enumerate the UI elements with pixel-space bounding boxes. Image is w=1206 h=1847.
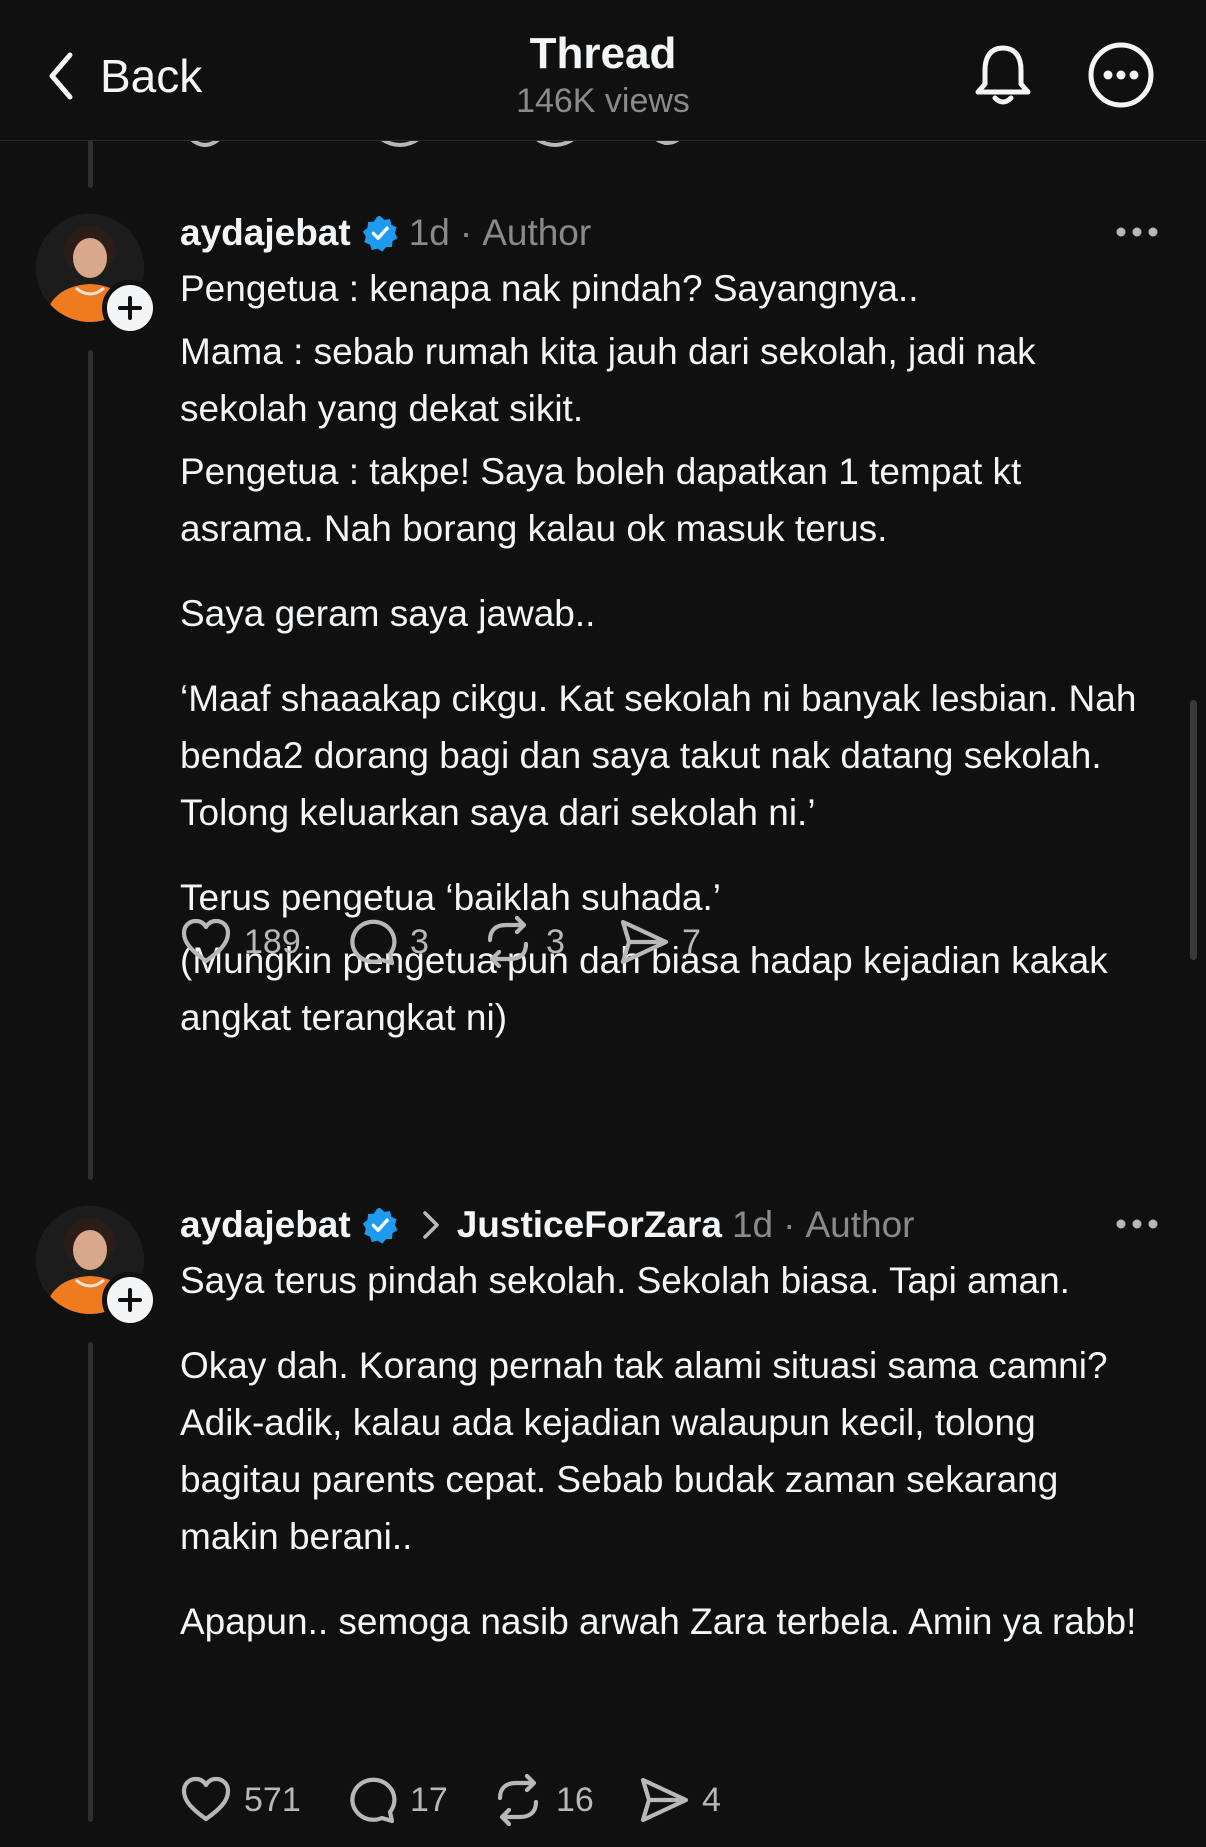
username[interactable]: aydajebat <box>180 212 351 254</box>
separator-dot: · <box>459 212 473 253</box>
comment-icon <box>350 919 397 966</box>
reply-count: 17 <box>410 1780 448 1819</box>
share-button[interactable]: 7 <box>618 916 738 968</box>
share-count: 7 <box>682 922 701 961</box>
post-time: 1d <box>408 212 450 253</box>
repost-button[interactable]: 3 <box>482 916 618 968</box>
verified-badge-icon <box>362 215 398 252</box>
post-paragraph: Saya geram saya jawab.. <box>180 593 596 634</box>
thread-line <box>88 1342 93 1822</box>
post-paragraph: Okay dah. Korang pernah tak alami situas… <box>180 1345 1108 1557</box>
share-count: 4 <box>702 1780 721 1819</box>
post-actions: 571 17 16 4 <box>180 1772 758 1828</box>
send-icon <box>620 919 669 965</box>
avatar[interactable] <box>36 214 158 336</box>
bell-icon[interactable] <box>968 40 1038 110</box>
post-paragraph: Saya terus pindah sekolah. Sekolah biasa… <box>180 1260 1070 1301</box>
reply-to-username[interactable]: JusticeForZara <box>457 1204 722 1246</box>
repost-button[interactable]: 16 <box>492 1774 638 1826</box>
thread-line <box>88 140 93 188</box>
author-label: Author <box>805 1204 915 1245</box>
post-paragraph: Pengetua : kenapa nak pindah? Sayangnya.… <box>180 268 919 309</box>
separator-dot: · <box>783 1204 796 1245</box>
author-label: Author <box>482 212 592 253</box>
post-header: aydajebat JusticeForZara 1d · Author <box>180 1200 914 1250</box>
reply-button[interactable]: 17 <box>346 1774 492 1826</box>
verified-badge-icon <box>362 1207 398 1244</box>
like-button[interactable]: 189 <box>180 916 346 968</box>
comment-icon <box>350 1777 397 1824</box>
post-paragraph: Apapun.. semoga nasib arwah Zara terbela… <box>180 1601 1137 1642</box>
post-actions: 189 3 3 7 <box>180 914 738 970</box>
more-circle-icon[interactable] <box>1086 40 1156 110</box>
follow-button[interactable] <box>102 1272 158 1328</box>
send-icon <box>640 1777 689 1823</box>
post-time: 1d <box>731 1204 774 1245</box>
heart-icon <box>181 918 231 964</box>
post-options-icon[interactable] <box>1114 222 1160 242</box>
post-header: aydajebat 1d · Author <box>180 208 591 258</box>
scrollbar[interactable] <box>1190 700 1197 960</box>
post-text: Saya terus pindah sekolah. Sekolah biasa… <box>180 1252 1160 1650</box>
heart-icon <box>181 1776 231 1822</box>
thread-post: aydajebat 1d · Author Pengetua : kenapa … <box>0 208 1206 1168</box>
repost-count: 3 <box>546 922 565 961</box>
post-paragraph: Mama : sebab rumah kita jauh dari sekola… <box>180 331 1036 429</box>
repost-icon <box>497 1774 539 1826</box>
reply-button[interactable]: 3 <box>346 916 482 968</box>
post-options-icon[interactable] <box>1114 1214 1160 1234</box>
post-paragraph: ‘Maaf shaaakap cikgu. Kat sekolah ni ban… <box>180 678 1137 833</box>
avatar[interactable] <box>36 1206 158 1328</box>
repost-count: 16 <box>556 1780 594 1819</box>
like-count: 571 <box>244 1780 301 1819</box>
like-count: 189 <box>244 922 301 961</box>
share-button[interactable]: 4 <box>638 1774 758 1826</box>
chevron-right-icon <box>422 1211 439 1239</box>
top-bar: Back Thread 146K views <box>0 0 1206 141</box>
reply-count: 3 <box>410 922 429 961</box>
username[interactable]: aydajebat <box>180 1204 351 1246</box>
plus-icon <box>118 296 142 320</box>
follow-button[interactable] <box>102 280 158 336</box>
post-paragraph: Pengetua : takpe! Saya boleh dapatkan 1 … <box>180 451 1022 549</box>
like-button[interactable]: 571 <box>180 1774 346 1826</box>
plus-icon <box>118 1288 142 1312</box>
repost-icon <box>487 916 529 968</box>
thread-post: aydajebat JusticeForZara 1d · Author Say… <box>0 1200 1206 1840</box>
thread-line <box>88 350 93 1180</box>
